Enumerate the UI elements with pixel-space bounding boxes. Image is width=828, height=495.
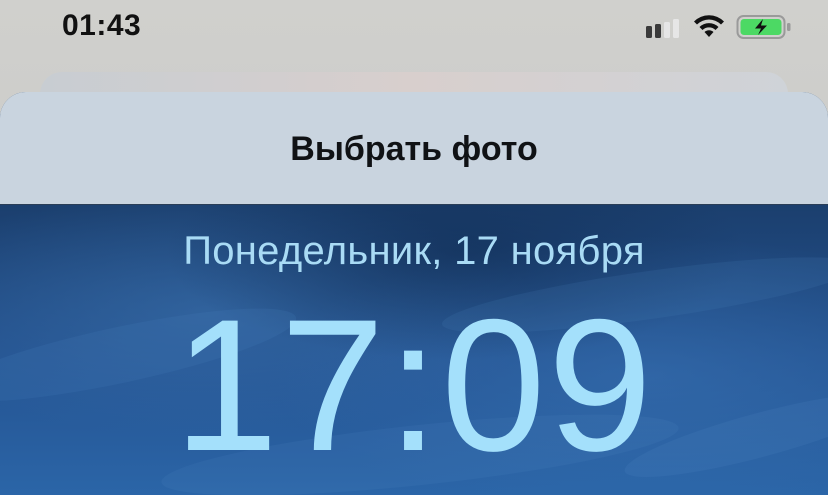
screen: 01:43 Выбрать фото Понедельник, 17 ноябр…: [0, 0, 828, 495]
lock-screen-date: Понедельник, 17 ноября: [183, 229, 645, 273]
cellular-signal-icon: [646, 19, 679, 38]
choose-photo-sheet: Выбрать фото Понедельник, 17 ноября 17:0…: [0, 92, 828, 495]
wifi-icon: [694, 15, 724, 37]
status-icons: [646, 12, 796, 42]
sheet-header: Выбрать фото: [0, 92, 828, 205]
lock-screen-time: 17:09: [173, 280, 655, 490]
lock-screen-preview[interactable]: Понедельник, 17 ноября 17:09: [0, 205, 828, 495]
status-time: 01:43: [62, 9, 142, 42]
choose-photo-button[interactable]: Выбрать фото: [0, 130, 828, 169]
battery-charging-icon: [736, 15, 791, 39]
status-bar: 01:43: [0, 0, 828, 56]
